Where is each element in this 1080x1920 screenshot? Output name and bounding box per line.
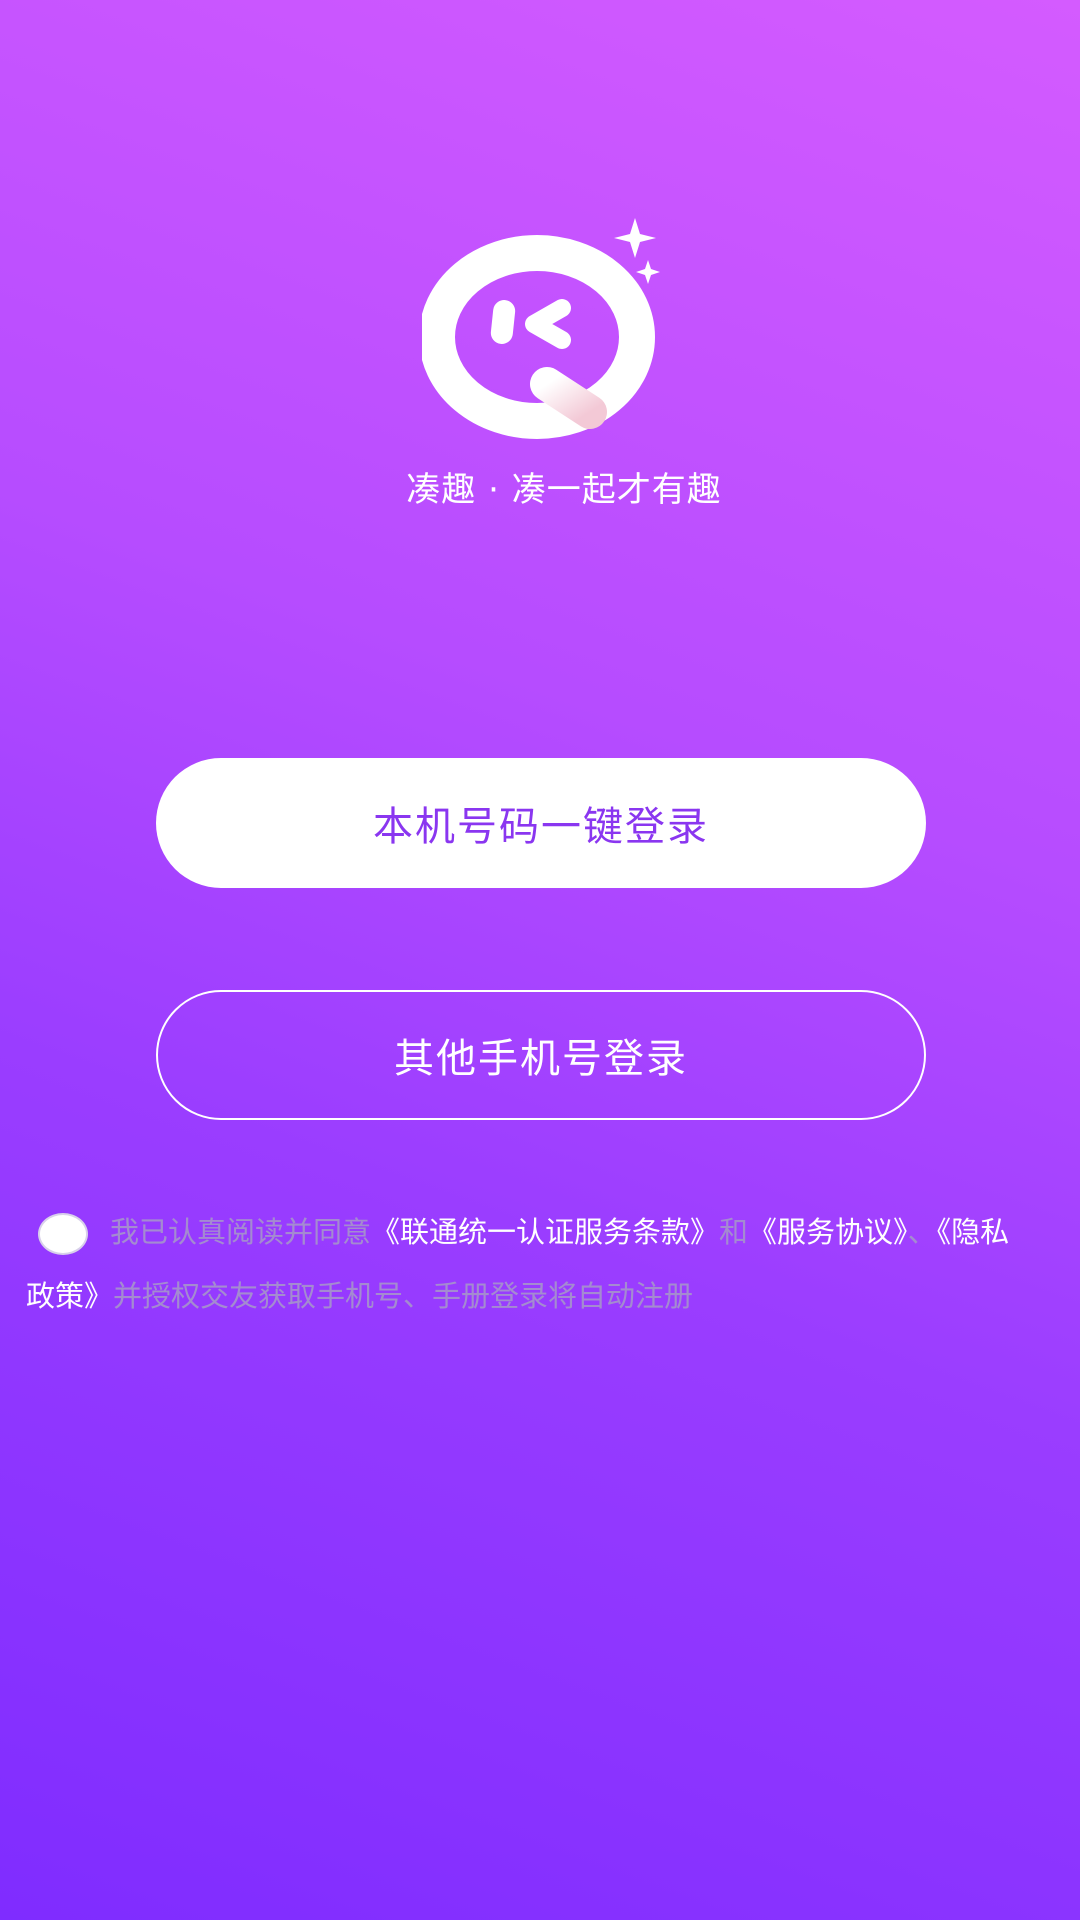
one-click-login-button[interactable]: 本机号码一键登录 <box>156 758 926 888</box>
agreement-prefix: 我已认真阅读并同意 <box>110 1215 372 1249</box>
agreement-text: 我已认真阅读并同意《联通统一认证服务条款》和《服务协议》、《隐私政策》并授权交友… <box>26 1200 1026 1328</box>
agreement-checkbox[interactable] <box>38 1213 88 1255</box>
chat-bubble-logo-icon <box>422 218 660 439</box>
service-agreement-link[interactable]: 《服务协议》 <box>748 1215 908 1249</box>
app-slogan: 凑趣 · 凑一起才有趣 <box>406 470 722 510</box>
agreement-and: 和 <box>719 1215 749 1249</box>
sparkle-icon <box>636 260 660 284</box>
other-phone-login-button[interactable]: 其他手机号登录 <box>156 990 926 1120</box>
agreement-suffix: 并授权交友获取手机号、手册登录将自动注册 <box>113 1279 694 1313</box>
one-click-login-label: 本机号码一键登录 <box>373 804 709 850</box>
sparkle-icon <box>614 218 656 258</box>
login-screen: 凑趣 · 凑一起才有趣 本机号码一键登录 其他手机号登录 我已认真阅读并同意《联… <box>0 0 1080 1920</box>
terms-link[interactable]: 《联通统一认证服务条款》 <box>371 1215 719 1249</box>
agreement-separator: 、 <box>907 1215 937 1249</box>
app-logo <box>422 212 672 442</box>
other-phone-login-label: 其他手机号登录 <box>394 1036 688 1082</box>
